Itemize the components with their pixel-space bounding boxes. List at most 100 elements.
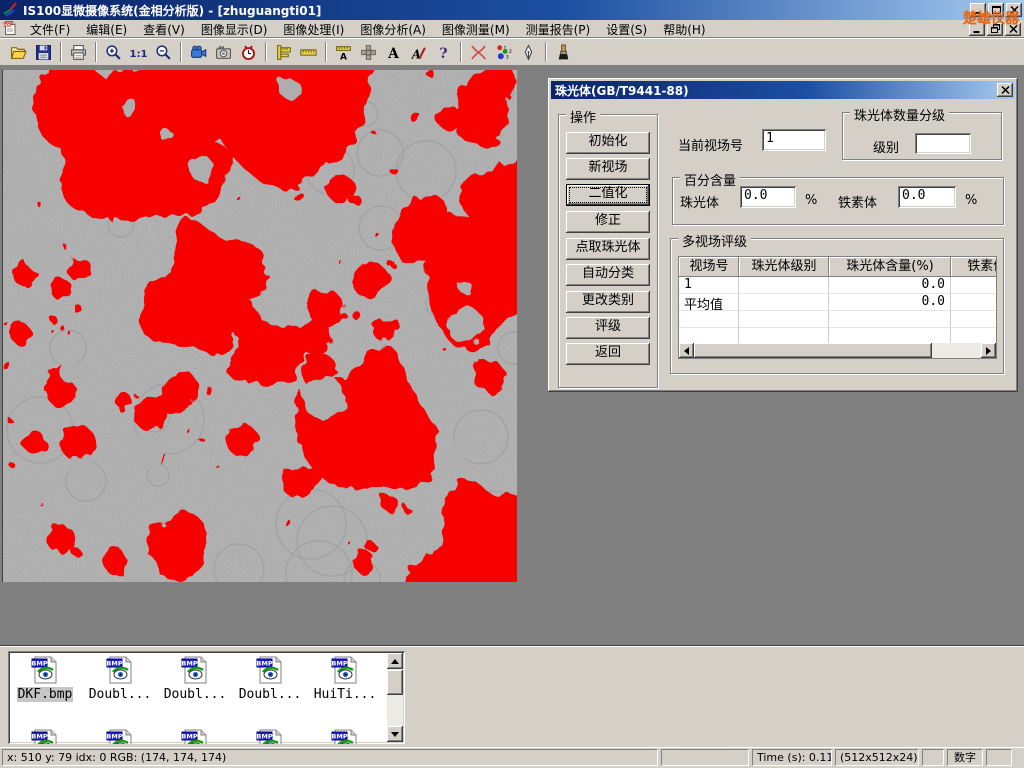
caliper-measure-button[interactable] (271, 40, 296, 64)
open-file-button[interactable] (6, 40, 31, 64)
camera-icon (215, 44, 232, 61)
change-class-button[interactable]: 更改类别 (566, 291, 650, 313)
text-tool-button[interactable]: A (381, 40, 406, 64)
curve-tool-button[interactable] (466, 40, 491, 64)
file-item[interactable]: BMP Doubl... (84, 654, 156, 702)
ferrite-percent-input[interactable]: 0.0 (898, 186, 956, 208)
pearlite-percent-input[interactable]: 0.0 (740, 186, 796, 208)
doc-page-icon: DOC (2, 25, 18, 39)
menu-image-analysis[interactable]: 图像分析(A) (352, 20, 434, 39)
grade-level-input[interactable] (915, 133, 971, 154)
operations-group-label: 操作 (566, 107, 600, 126)
menu-file[interactable]: 文件(F) (22, 20, 78, 39)
menu-help[interactable]: 帮助(H) (655, 20, 713, 39)
status-empty (986, 749, 1012, 766)
document-icon[interactable]: DOC (2, 20, 18, 39)
menu-view[interactable]: 查看(V) (135, 20, 193, 39)
pick-pearlite-button[interactable]: 点取珠光体 (566, 238, 650, 260)
zoom-out-button[interactable] (151, 40, 176, 64)
menu-image-measure[interactable]: 图像测量(M) (434, 20, 518, 39)
scroll-left-button[interactable] (679, 343, 694, 358)
menu-image-display[interactable]: 图像显示(D) (193, 20, 276, 39)
col-pearlite-content[interactable]: 珠光体含量(%) (829, 257, 951, 277)
file-item[interactable]: BMP Doubl... (234, 654, 306, 702)
file-list-v-scrollbar[interactable] (387, 653, 403, 742)
mdi-restore-button[interactable] (987, 23, 1003, 36)
col-pearlite-level[interactable]: 珠光体级别 (739, 257, 829, 277)
micrograph-image[interactable] (2, 70, 516, 582)
file-name[interactable]: HuiTi... (313, 687, 378, 702)
live-video-button[interactable] (186, 40, 211, 64)
menu-measure-report[interactable]: 测量报告(P) (518, 20, 599, 39)
zoom-actual-size-button[interactable]: 1:1 (126, 40, 151, 64)
col-ferrite-content[interactable]: 铁素体含量(%) (951, 257, 997, 277)
app-icon (3, 1, 19, 20)
timer-button[interactable] (236, 40, 261, 64)
current-field-input[interactable]: 1 (762, 129, 826, 151)
table-row[interactable]: 平均值 0.0 (679, 294, 996, 311)
mdi-window-controls (969, 23, 1024, 36)
mdi-minimize-button[interactable] (969, 23, 985, 36)
svg-text:BMP: BMP (31, 733, 47, 741)
svg-text:2: 2 (509, 49, 512, 55)
help-icon: ? (435, 44, 452, 61)
dialog-close-button[interactable] (997, 83, 1013, 97)
auto-classify-button[interactable]: 自动分类 (566, 264, 650, 286)
binarize-button[interactable]: 二值化 (566, 184, 650, 206)
init-button[interactable]: 初始化 (566, 132, 650, 154)
pen-tool-button[interactable] (516, 40, 541, 64)
brush-tool-button[interactable] (551, 40, 576, 64)
ruler-measure-button[interactable] (296, 40, 321, 64)
file-list[interactable]: BMP DKF.bmp BMP Doubl... BMP Doubl... BM… (8, 651, 405, 744)
correct-button[interactable]: 修正 (566, 211, 650, 233)
file-name[interactable]: Doubl... (163, 687, 228, 702)
status-bar: x: 510 y: 79 idx: 0 RGB: (174, 174, 174)… (0, 747, 1024, 768)
maximize-button[interactable] (988, 3, 1004, 17)
mdi-close-button[interactable] (1005, 23, 1021, 36)
return-button[interactable]: 返回 (566, 343, 650, 365)
win-close-icon (1009, 22, 1018, 36)
menu-edit[interactable]: 编辑(E) (78, 20, 135, 39)
current-field-label: 当前视场号 (678, 135, 743, 154)
pearlite-label: 珠光体 (680, 192, 719, 211)
file-name[interactable]: DKF.bmp (17, 687, 74, 702)
scrollbar-thumb[interactable] (694, 343, 932, 358)
close-button[interactable] (1006, 3, 1022, 17)
zoom-out-icon (155, 44, 172, 61)
grid-pattern-button[interactable] (356, 40, 381, 64)
particle-count-button[interactable]: 123 (491, 40, 516, 64)
menu-image-process[interactable]: 图像处理(I) (275, 20, 352, 39)
minimize-button[interactable] (970, 3, 986, 17)
svg-text:BMP: BMP (106, 660, 122, 668)
help-button[interactable]: ? (431, 40, 456, 64)
save-button[interactable] (31, 40, 56, 64)
file-item[interactable]: BMP HuiTi... (309, 654, 381, 702)
svg-text:BMP: BMP (181, 733, 197, 741)
scroll-up-button[interactable] (387, 653, 403, 669)
col-field-number[interactable]: 视场号 (679, 257, 739, 277)
file-name[interactable]: Doubl... (88, 687, 153, 702)
grade-button[interactable]: 评级 (566, 317, 650, 339)
file-item[interactable]: BMP Doubl... (159, 654, 231, 702)
capture-button[interactable] (211, 40, 236, 64)
brush-tool-icon (555, 44, 572, 61)
zoom-in-button[interactable] (101, 40, 126, 64)
print-button[interactable] (66, 40, 91, 64)
measure-text-icon: A (335, 44, 352, 61)
menu-settings[interactable]: 设置(S) (598, 20, 655, 39)
dialog-title-bar[interactable]: 珠光体(GB/T9441-88) (551, 81, 1015, 99)
table-row-empty (679, 311, 996, 328)
table-row[interactable]: 1 0.0 (679, 277, 996, 294)
scroll-right-button[interactable] (981, 343, 996, 358)
scroll-down-button[interactable] (387, 726, 403, 742)
measure-annotation-button[interactable]: A (331, 40, 356, 64)
file-name[interactable]: Doubl... (238, 687, 303, 702)
scrollbar-thumb[interactable] (387, 670, 403, 695)
scrollbar-track[interactable] (932, 343, 981, 358)
toolbar-separator (60, 42, 62, 62)
file-item[interactable]: BMP DKF.bmp (9, 654, 81, 702)
new-field-button[interactable]: 新视场 (566, 158, 650, 180)
annotate-tool-button[interactable]: A (406, 40, 431, 64)
multi-field-table[interactable]: 视场号 珠光体级别 珠光体含量(%) 铁素体含量(%) 1 0.0 平均值 0.… (678, 256, 997, 359)
table-h-scrollbar[interactable] (679, 343, 996, 358)
